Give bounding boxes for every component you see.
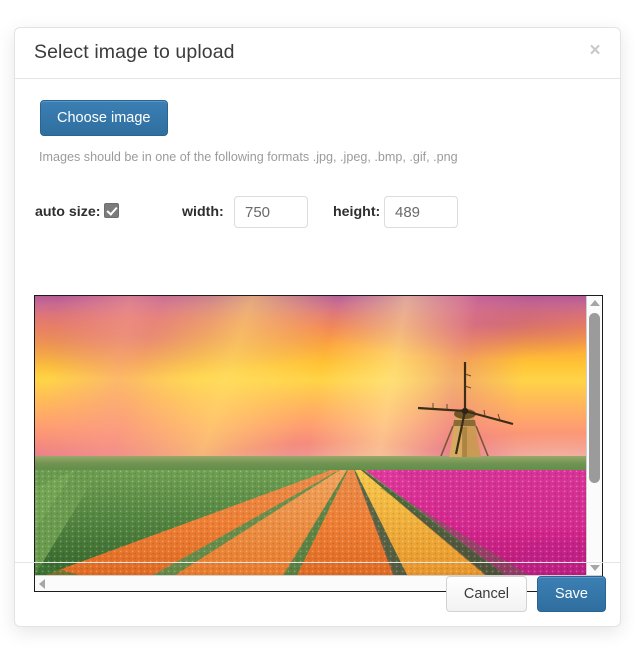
- height-label: height:: [333, 204, 381, 220]
- auto-size-label: auto size:: [35, 204, 101, 220]
- format-hint-text: Images should be in one of the following…: [39, 150, 458, 164]
- preview-image: [35, 296, 586, 575]
- photo-tulip-field: [35, 470, 586, 575]
- vertical-scroll-thumb[interactable]: [589, 313, 600, 483]
- dialog-title: Select image to upload: [34, 41, 235, 63]
- image-size-row: auto size: width: height:: [15, 194, 620, 230]
- save-button[interactable]: Save: [536, 576, 606, 612]
- cancel-button[interactable]: Cancel: [445, 576, 527, 612]
- width-input[interactable]: [234, 196, 308, 228]
- height-input[interactable]: [384, 196, 458, 228]
- auto-size-checkbox[interactable]: [104, 203, 119, 218]
- dialog-footer: Cancel Save: [15, 562, 620, 626]
- image-preview-frame: [34, 295, 603, 592]
- width-label: width:: [182, 204, 224, 220]
- dialog-header: Select image to upload ×: [15, 28, 620, 79]
- upload-image-dialog: Select image to upload × Choose image Im…: [14, 27, 621, 627]
- photo-tulip-rows: [35, 470, 586, 575]
- image-preview-viewport: [35, 296, 586, 575]
- close-icon[interactable]: ×: [584, 40, 606, 62]
- dialog-body: Choose image Images should be in one of …: [15, 79, 620, 592]
- chevron-up-icon[interactable]: [590, 300, 600, 306]
- choose-image-button[interactable]: Choose image: [40, 100, 168, 136]
- preview-vertical-scrollbar[interactable]: [586, 296, 602, 575]
